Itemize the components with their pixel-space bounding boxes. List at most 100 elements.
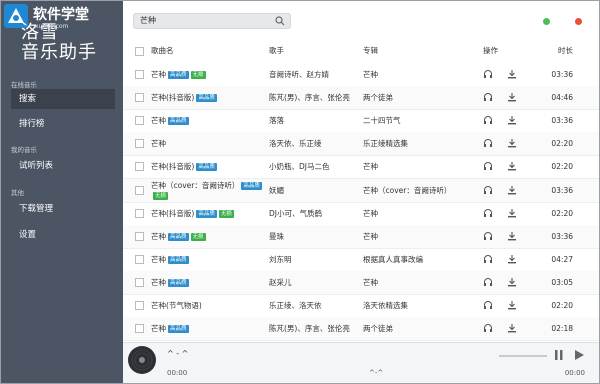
- close-button[interactable]: [575, 18, 582, 25]
- download-icon[interactable]: [507, 300, 517, 310]
- headphones-icon[interactable]: [483, 231, 493, 241]
- player-bar: ^ - ^ 00:00 ^-^ 00:00: [123, 342, 599, 383]
- singer-name: 刘东明: [269, 254, 292, 264]
- minimize-button[interactable]: [543, 18, 550, 25]
- hq-badge: 高品质: [241, 181, 262, 190]
- sidebar-item-settings[interactable]: 设置: [11, 225, 115, 245]
- album-name: 洛天依精选集: [363, 301, 408, 310]
- row-checkbox[interactable]: [135, 324, 144, 334]
- singer-name: DJ小可、气质鹤: [269, 208, 322, 218]
- headphones-icon[interactable]: [483, 161, 493, 171]
- singer-name: 陈芃(男)、序言、张伦亮: [269, 93, 350, 103]
- disc-icon: [128, 346, 156, 374]
- table-row[interactable]: 芒种 高品质 无损 曼珠 芒种 03:36: [123, 224, 599, 249]
- table-row[interactable]: 芒种 高品质 无损 音阙诗听、赵方婧 芒种 03:36: [123, 63, 599, 87]
- search-icon[interactable]: [275, 16, 285, 26]
- hq-badge: 高品质: [168, 255, 189, 264]
- headphones-icon[interactable]: [483, 277, 493, 287]
- row-checkbox[interactable]: [135, 70, 144, 79]
- song-duration: 03:36: [551, 116, 573, 126]
- hq-badge: 高品质: [168, 278, 189, 287]
- song-duration: 02:20: [551, 162, 573, 172]
- download-icon[interactable]: [507, 185, 517, 195]
- time-total: 00:00: [564, 369, 585, 377]
- table-row[interactable]: 芒种(抖音版) 高品质 小奶瓶、DJ马二色 芒种 02:20: [123, 155, 599, 180]
- row-checkbox[interactable]: [135, 93, 144, 103]
- headphones-icon[interactable]: [483, 185, 493, 195]
- app-title: 洛雪 音乐助手: [21, 23, 97, 63]
- sidebar-item-download-manager[interactable]: 下载管理: [11, 199, 115, 219]
- download-icon[interactable]: [507, 323, 517, 333]
- song-title: 芒种 高品质 无损: [151, 225, 267, 248]
- pause-icon[interactable]: [553, 349, 565, 361]
- table-row[interactable]: 芒种 高品质 落落 二十四节气 03:36: [123, 109, 599, 134]
- row-checkbox[interactable]: [135, 139, 144, 149]
- row-checkbox[interactable]: [135, 185, 144, 195]
- singer-name: 陈芃(男)、序言、张伦亮: [269, 324, 350, 334]
- table-row[interactable]: 芒种 高品质 陈芃(男)、序言、张伦亮 两个徒弟 02:18: [123, 317, 599, 342]
- song-title: 芒种 高品质: [151, 317, 267, 340]
- row-checkbox[interactable]: [135, 277, 144, 287]
- headphones-icon[interactable]: [483, 138, 493, 148]
- table-row[interactable]: 芒种(抖音版) 高品质 无损 DJ小可、气质鹤 芒种 02:20: [123, 202, 599, 226]
- section-my-music: 我的音乐: [11, 146, 37, 154]
- row-checkbox[interactable]: [135, 254, 144, 264]
- song-duration: 03:36: [551, 70, 573, 79]
- download-icon[interactable]: [507, 92, 517, 102]
- download-icon[interactable]: [507, 138, 517, 148]
- sidebar-item-charts[interactable]: 排行榜: [11, 114, 115, 134]
- album-name: 乐正绫精选集: [363, 139, 408, 149]
- play-icon[interactable]: [573, 349, 585, 361]
- select-all-checkbox[interactable]: [135, 47, 144, 56]
- header-song: 歌曲名: [151, 46, 174, 55]
- table-row[interactable]: 芒种 高品质 刘东明 根据真人真事改编 04:27: [123, 248, 599, 272]
- hq-badge: 高品质: [168, 117, 189, 126]
- table-row[interactable]: 芒种（cover：音阙诗听） 高品质无损 妖媚 芒种（cover：音阙诗听） 03:36: [123, 178, 599, 203]
- download-icon[interactable]: [507, 69, 517, 79]
- headphones-icon[interactable]: [483, 300, 493, 310]
- download-icon[interactable]: [507, 231, 517, 241]
- volume-slider[interactable]: [499, 355, 547, 357]
- song-title-text: 芒种(抖音版): [151, 162, 195, 172]
- album-name: 芒种: [363, 277, 378, 287]
- hq-badge: 高品质: [168, 232, 189, 241]
- table-row[interactable]: 芒种(节气物语) 乐正绫、洛天依 洛天依精选集 02:20: [123, 294, 599, 318]
- song-title-text: 芒种: [151, 116, 166, 126]
- headphones-icon[interactable]: [483, 208, 493, 218]
- search-input[interactable]: 芒种: [133, 13, 291, 29]
- song-title: 芒种(节气物语): [151, 294, 267, 317]
- download-icon[interactable]: [507, 161, 517, 171]
- headphones-icon[interactable]: [483, 323, 493, 333]
- row-checkbox[interactable]: [135, 208, 144, 218]
- row-checkbox[interactable]: [135, 116, 144, 126]
- album-name: 两个徒弟: [363, 324, 393, 334]
- singer-name: 音阙诗听、赵方婧: [269, 70, 329, 79]
- headphones-icon[interactable]: [483, 69, 493, 79]
- section-other: 其他: [11, 189, 24, 197]
- sidebar-item-search[interactable]: 搜索: [11, 89, 115, 109]
- lyric-line: ^-^: [369, 369, 384, 377]
- row-checkbox[interactable]: [135, 162, 144, 172]
- download-icon[interactable]: [507, 208, 517, 218]
- download-icon[interactable]: [507, 277, 517, 287]
- table-row[interactable]: 芒种 洛天依、乐正绫 乐正绫精选集 02:20: [123, 132, 599, 157]
- download-icon[interactable]: [507, 115, 517, 125]
- row-checkbox[interactable]: [135, 231, 144, 241]
- song-duration: 03:05: [551, 277, 573, 287]
- headphones-icon[interactable]: [483, 92, 493, 102]
- album-name: 芒种: [363, 70, 378, 79]
- row-checkbox[interactable]: [135, 301, 144, 310]
- song-title-text: 芒种(节气物语): [151, 301, 202, 310]
- song-duration: 02:18: [551, 324, 573, 334]
- lossless-badge: 无损: [190, 232, 206, 241]
- header-album: 专辑: [363, 46, 378, 55]
- headphones-icon[interactable]: [483, 254, 493, 264]
- lossless-badge: 无损: [218, 209, 234, 218]
- headphones-icon[interactable]: [483, 115, 493, 125]
- song-title: 芒种 高品质: [151, 248, 267, 271]
- table-row[interactable]: 芒种 高品质 赵采儿 芒种 03:05: [123, 270, 599, 295]
- table-row[interactable]: 芒种(抖音版) 高品质 陈芃(男)、序言、张伦亮 两个徒弟 04:46: [123, 86, 599, 111]
- sidebar-item-trial-list[interactable]: 试听列表: [11, 156, 115, 176]
- header-singer: 歌手: [269, 46, 284, 55]
- download-icon[interactable]: [507, 254, 517, 264]
